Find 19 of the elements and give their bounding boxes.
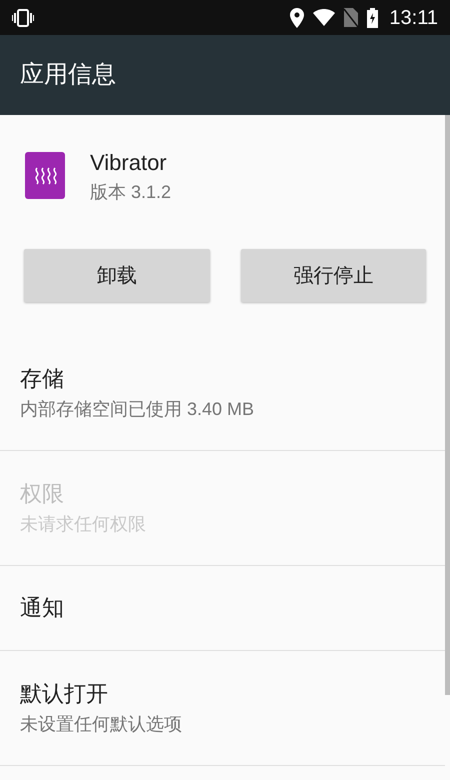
item-title: 存储 [20,365,65,393]
item-title: 通知 [20,594,65,622]
no-sim-icon [344,8,358,27]
vibrate-icon [12,8,34,26]
item-summary: 未设置任何默认选项 [20,713,183,736]
battery-charging-icon [367,8,378,28]
item-summary: 内部存储空间已使用 3.40 MB [20,398,256,421]
app-name: Vibrator [90,149,168,177]
wifi-icon [313,9,336,26]
settings-item[interactable]: 默认打开 未设置任何默认选项 [0,651,445,766]
item-title: 默认打开 [20,680,109,708]
item-title: 权限 [20,480,65,508]
app-version: 版本 3.1.2 [90,181,172,204]
action-button[interactable]: 强行停止 [240,249,426,302]
location-icon [290,8,304,28]
clock-time: 13:11 [389,6,438,30]
app-bar-title: 应用信息 [20,60,116,90]
app-icon [25,152,65,199]
action-button[interactable]: 卸载 [24,249,210,302]
